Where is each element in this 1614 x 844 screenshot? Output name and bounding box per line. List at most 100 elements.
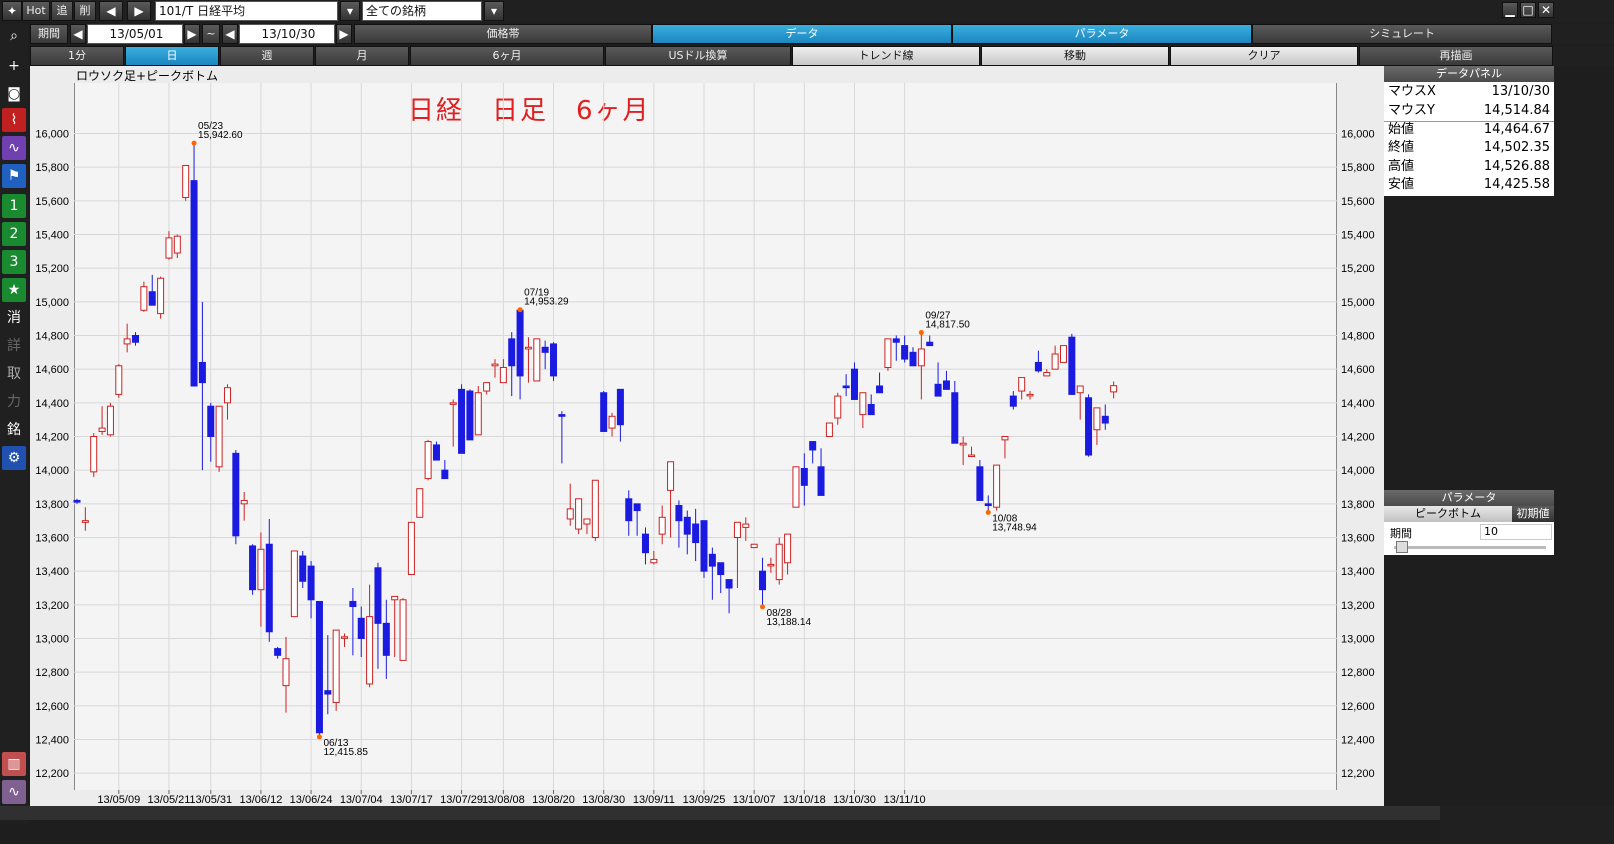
overview-strip-end [1440,806,1614,844]
candle-down [265,543,273,633]
y-tick-label-right: 12,200 [1341,768,1375,780]
candle-down [625,498,633,522]
candle-down [909,351,917,367]
candle-down [876,385,884,394]
data-key: 終値 [1388,140,1415,155]
data-value: 13/10/30 [1491,84,1550,99]
candle-up [591,479,599,538]
candle-up [1051,353,1059,370]
peak-bottom-value: 13,188.14 [767,617,812,628]
param-slider-track[interactable] [1394,546,1546,549]
candle-up [1018,377,1026,392]
candle-down [382,622,390,656]
y-tick-label-right: 13,400 [1341,566,1375,578]
candle-up [993,464,1001,508]
candle-up [140,286,148,311]
candle-up [1110,385,1118,393]
candle-up [859,392,867,416]
candle-up [474,392,482,436]
peak-bottom-marker [985,509,991,515]
param-period-input[interactable]: 10 [1480,524,1552,540]
candle-down [466,390,474,441]
reset-button[interactable]: 初期値 [1512,506,1554,522]
x-tick-label: 13/10/07 [733,794,776,806]
candle-down [942,380,950,390]
y-tick-label-right: 12,600 [1341,701,1375,713]
data-key: 高値 [1388,159,1415,174]
candle-down [934,383,942,397]
candle-up [1059,345,1067,363]
candle-up [1043,372,1051,377]
data-key: マウスY [1388,103,1435,118]
candle-up [583,518,591,525]
parameter-panel-title: パラメータ [1384,490,1554,506]
candle-down [700,520,708,572]
candle-up [491,363,499,367]
candle-down [232,452,240,537]
y-tick-label-left: 15,000 [35,297,69,309]
candle-down [516,309,524,377]
candle-down [616,388,624,426]
peak-bottom-marker [191,140,197,146]
candle-down [1009,395,1017,407]
y-tick-label-left: 12,400 [35,735,69,747]
candle-up [257,548,265,591]
data-panel-title: データパネル [1384,66,1554,82]
y-tick-label-right: 15,000 [1341,297,1375,309]
candle-up [98,427,106,432]
y-tick-label-left: 13,400 [35,566,69,578]
candle-up [499,366,507,384]
peak-bottom-marker [316,734,322,740]
candle-down [207,405,215,438]
x-tick-label: 13/08/08 [482,794,525,806]
candle-down [641,533,649,554]
x-tick-label: 13/08/30 [582,794,625,806]
candle-down [800,467,808,486]
candle-up [742,523,750,528]
data-value: 14,526.88 [1483,159,1550,174]
peak-bottom-value: 14,817.50 [925,320,970,331]
y-tick-label-right: 15,400 [1341,230,1375,242]
data-row-mouse-y: マウスY 14,514.84 [1388,102,1550,120]
y-tick-label-left: 14,800 [35,331,69,343]
candle-up [424,441,432,480]
candle-up [750,543,758,549]
candle-up [90,436,98,473]
candle-down [708,553,716,567]
candle-down [357,617,365,639]
candle-up [959,442,967,446]
candle-up [767,563,775,567]
x-tick-label: 13/06/12 [240,794,283,806]
y-tick-label-right: 14,600 [1341,364,1375,376]
candle-down [850,368,858,400]
y-tick-label-left: 13,600 [35,533,69,545]
candle-up [366,616,374,685]
y-tick-label-right: 13,200 [1341,600,1375,612]
data-row-low: 安値 14,425.58 [1388,176,1550,194]
y-tick-label-right: 13,600 [1341,533,1375,545]
candle-down [73,499,81,503]
candle-up [784,533,792,564]
y-tick-label-left: 15,800 [35,162,69,174]
y-tick-label-left: 14,000 [35,465,69,477]
candle-up [341,636,349,639]
candle-down [274,648,282,656]
candle-down [324,690,332,695]
candle-up [399,599,407,661]
candle-down [984,503,992,507]
candle-down [315,600,323,734]
data-key: 始値 [1388,122,1415,137]
data-value: 14,464.67 [1483,122,1550,137]
param-slider-thumb[interactable] [1396,541,1408,553]
candle-down [717,562,725,576]
candle-up [1001,436,1009,441]
overview-strip[interactable] [0,806,1440,820]
candle-down [458,388,466,454]
candle-down [441,469,449,480]
x-tick-label: 13/05/09 [97,794,140,806]
candle-up [182,164,190,198]
y-tick-label-right: 13,000 [1341,634,1375,646]
candle-up [575,498,583,530]
peak-bottom-value: 14,953.29 [524,297,569,308]
candle-up [1093,407,1101,431]
